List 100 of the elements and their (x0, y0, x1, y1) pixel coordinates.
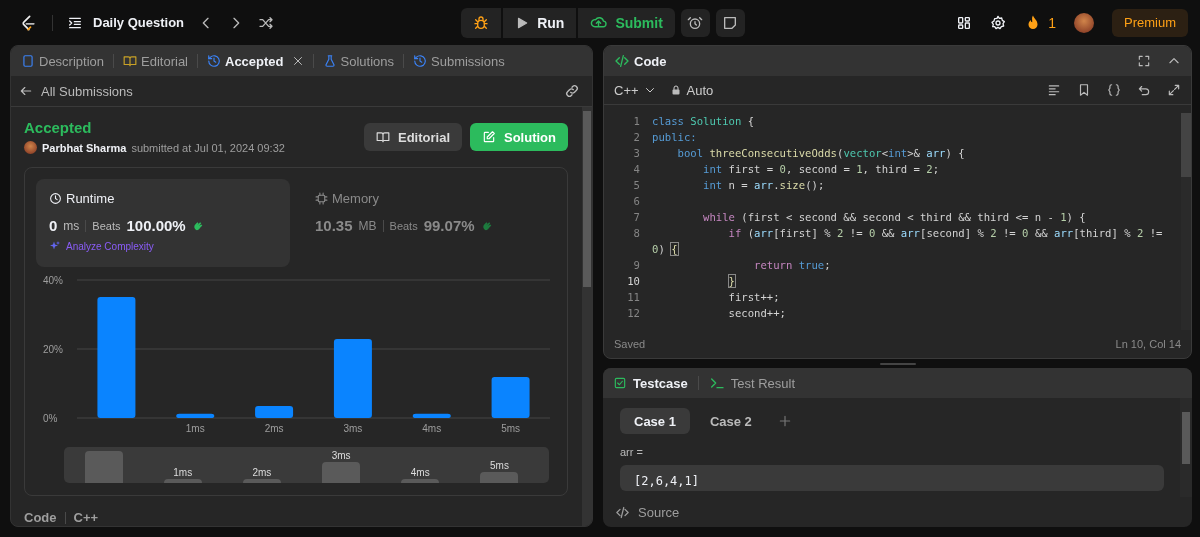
axis-label: 40% (43, 275, 63, 286)
beats-label: Beats (389, 219, 418, 232)
status-text: Accepted (24, 119, 93, 136)
timer-button[interactable] (680, 8, 710, 37)
code-line: class Solution { (652, 115, 755, 127)
axis-label: 4ms (422, 423, 442, 434)
scrollbar[interactable] (582, 107, 592, 526)
stat-unit: MB (358, 218, 377, 233)
code-line: while (first < second && second < third && third <= n - 1) { (702, 211, 1086, 223)
panel-tab[interactable]: Editorial (121, 53, 190, 69)
line-number: 2 (632, 131, 641, 143)
code-language-label: Code (24, 510, 57, 525)
submitted-time: submitted at Jul 01, 2024 09:32 (131, 141, 285, 154)
undo-icon[interactable] (1137, 83, 1151, 97)
bar (491, 376, 530, 418)
code-line: int n = arr.size(); (702, 179, 825, 191)
back-link[interactable]: All Submissions (19, 83, 133, 99)
line-number: 9 (632, 259, 641, 271)
stat-unit: ms (63, 218, 80, 233)
bookmark-icon[interactable] (1077, 83, 1091, 97)
cursor-position: Ln 10, Col 14 (1115, 338, 1181, 350)
settings-icon[interactable] (990, 14, 1007, 31)
code-line: int first = 0, second = 1, third = 2; (702, 163, 940, 175)
axis-label: 0% (43, 413, 58, 424)
overview-bar (242, 479, 281, 483)
note-icon (722, 14, 739, 31)
link-icon[interactable] (564, 83, 580, 99)
overview-label: 5ms (490, 460, 509, 473)
case-tab[interactable]: Case 1 (620, 408, 690, 434)
shuffle-button[interactable] (258, 14, 275, 31)
avatar-icon[interactable] (1074, 12, 1094, 33)
overview-bar (84, 451, 123, 483)
beats-value: 100.00% (126, 217, 186, 234)
arrow-left-icon (19, 84, 33, 98)
author-link[interactable]: Parbhat Sharma (42, 141, 127, 154)
format-icon[interactable] (1047, 83, 1061, 97)
edit-icon (482, 130, 496, 144)
expand-icon[interactable] (1167, 83, 1181, 97)
clap-icon (191, 219, 205, 232)
alarm-clock-icon (687, 14, 704, 31)
resize-handle[interactable] (879, 362, 916, 365)
input-field[interactable]: [2,6,4,1] (620, 465, 1164, 491)
beats-label: Beats (92, 219, 121, 232)
code-line: return true; (753, 259, 831, 271)
premium-button[interactable]: Premium (1112, 8, 1188, 37)
panel-tab[interactable]: Accepted (205, 53, 306, 69)
line-number: 4 (632, 163, 641, 175)
bar (412, 413, 451, 418)
panel-tab[interactable]: Description (19, 53, 107, 69)
run-button[interactable]: Run (503, 7, 577, 38)
axis-label: 2ms (264, 423, 284, 434)
stat-value: 0 (49, 217, 58, 234)
case-tab[interactable]: Case 2 (695, 408, 766, 434)
line-number: 6 (632, 195, 641, 207)
notes-button[interactable] (715, 8, 745, 37)
overview-bar (401, 479, 440, 483)
code-icon (615, 504, 630, 520)
stat-title: Memory (332, 191, 379, 206)
panel-title: Code (634, 53, 667, 69)
book-icon (123, 54, 138, 68)
terminal-icon (708, 375, 725, 391)
axis-label: 20% (43, 344, 63, 355)
line-number: 1 (632, 115, 641, 127)
problem-list-button[interactable]: Daily Question (67, 14, 185, 31)
scrollbar[interactable] (1181, 113, 1191, 330)
line-number: 8 (632, 227, 641, 239)
panel-tab[interactable]: Solutions (320, 53, 396, 69)
stat-card[interactable]: Memory 10.35 MB Beats 99.07% (302, 179, 556, 267)
fullscreen-icon[interactable] (1137, 54, 1151, 68)
stat-value: 10.35 (315, 217, 353, 234)
range-selector[interactable]: 1ms 2ms 3ms 4ms 5ms (64, 447, 549, 483)
panel-tab[interactable]: Test Result (708, 375, 795, 391)
braces-icon[interactable] (1107, 83, 1121, 97)
close-icon[interactable] (291, 55, 304, 67)
axis-label: 1ms (185, 423, 205, 434)
clap-icon (480, 219, 494, 232)
save-status: Saved (614, 338, 646, 350)
mode-label[interactable]: Auto (686, 82, 714, 98)
overview-bar (163, 479, 202, 483)
chip-icon (315, 192, 328, 205)
debug-button[interactable] (461, 7, 502, 38)
line-number: 12 (626, 307, 641, 319)
bug-icon (473, 14, 490, 31)
line-number: 5 (632, 179, 641, 191)
submit-button[interactable]: Submit (578, 7, 675, 38)
panel-tab[interactable]: Submissions (411, 53, 507, 69)
overview-label: 1ms (173, 467, 193, 479)
code-line: 0) { (652, 243, 678, 255)
code-line: bool threeConsecutiveOdds(vector<int>& arr) { (676, 147, 965, 159)
panel-tab[interactable]: Testcase (613, 375, 688, 391)
streak-count: 1 (1048, 14, 1056, 31)
stat-card[interactable]: Runtime 0 ms Beats 100.00% Analyze Complexity (36, 179, 290, 267)
layout-icon[interactable] (956, 14, 973, 31)
language-dropdown[interactable]: C++ (614, 82, 656, 98)
editorial-button[interactable]: Editorial (364, 123, 462, 151)
bar (176, 413, 215, 418)
scrollbar[interactable] (1180, 398, 1192, 497)
code-line: public: (652, 131, 697, 143)
history-icon (207, 54, 221, 68)
source-link[interactable]: Source (638, 504, 680, 520)
